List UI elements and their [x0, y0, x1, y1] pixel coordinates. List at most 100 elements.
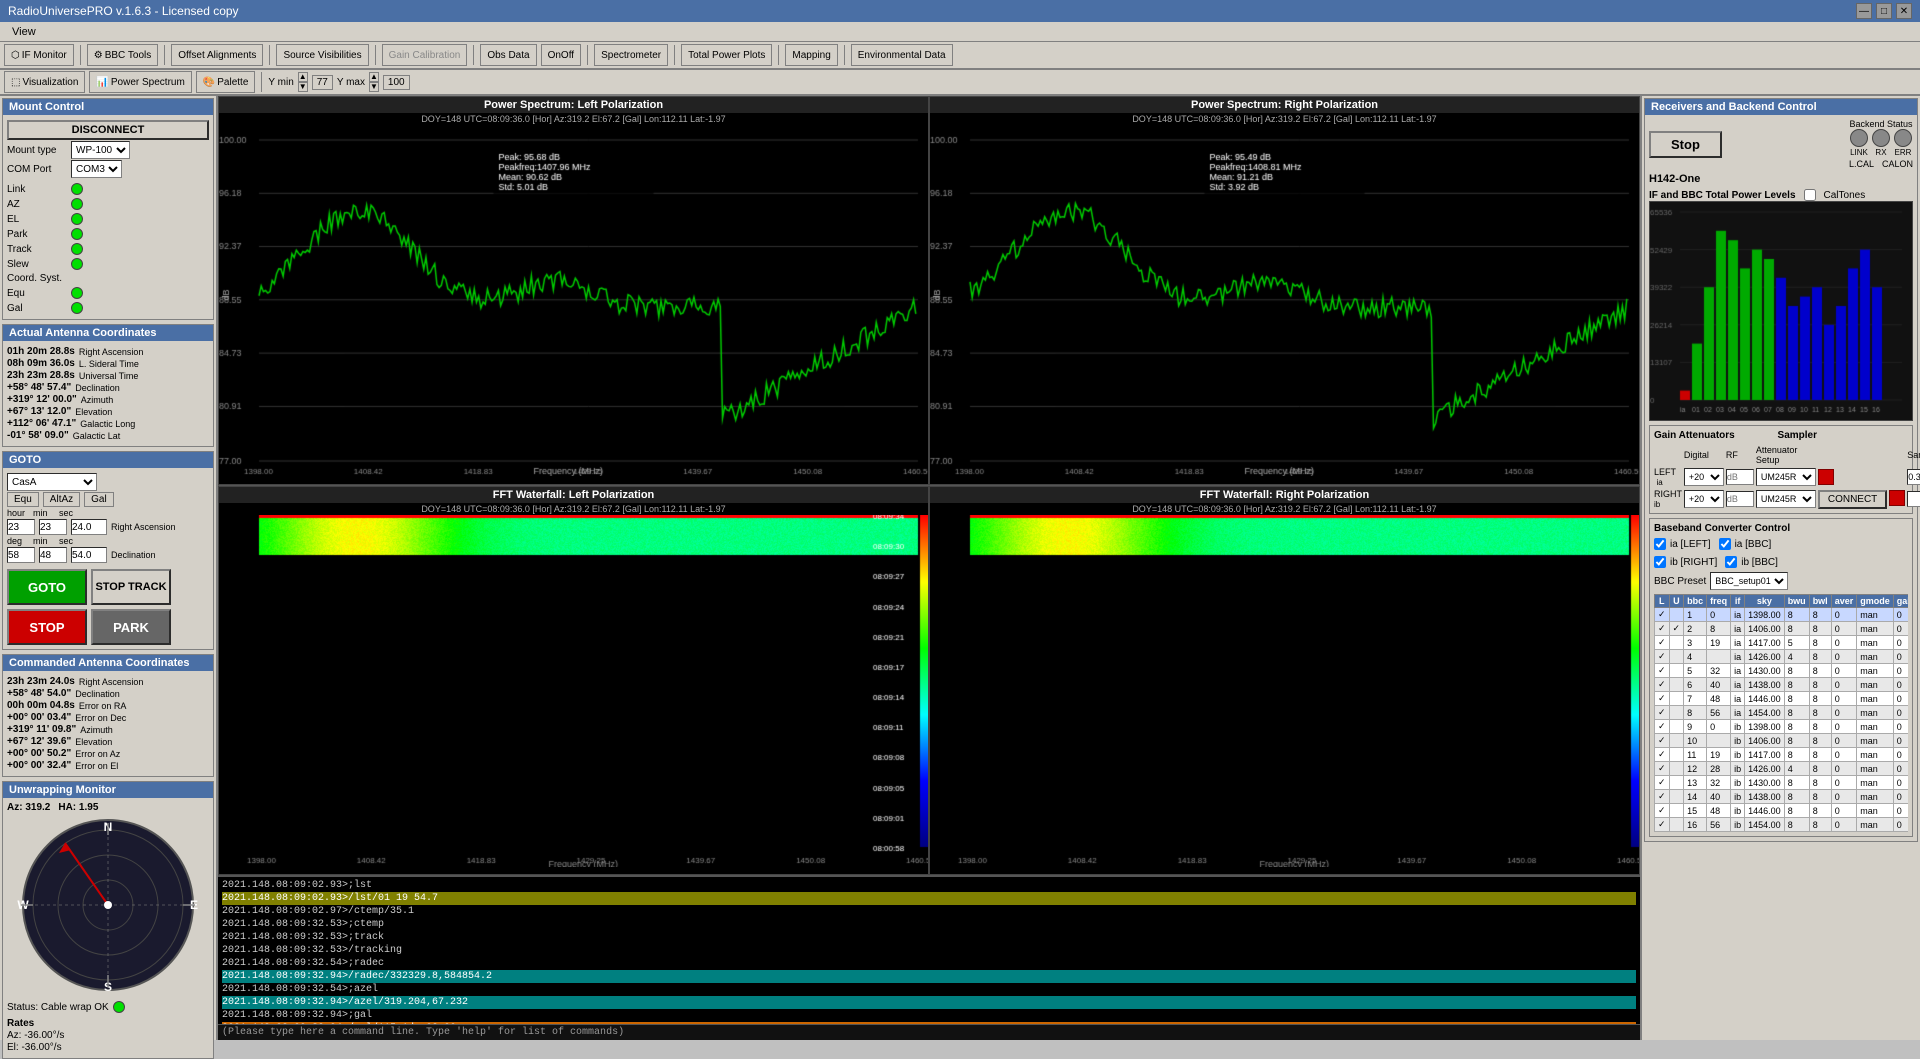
rf-header: RF: [1726, 450, 1754, 460]
stop-btn[interactable]: STOP: [7, 609, 87, 645]
cable-status: Status: Cable wrap OK: [7, 1002, 109, 1013]
palette-btn[interactable]: 🎨 Palette: [196, 71, 256, 93]
cell-bbc: 10: [1684, 734, 1707, 748]
right-waterfall-meta: DOY=148 UTC=08:09:36.0 [Hor] Az:319.2 El…: [930, 503, 1639, 515]
cell-bwu: 8: [1784, 804, 1809, 818]
ra-sec-input[interactable]: [71, 519, 107, 535]
cell-bbc: 3: [1684, 636, 1707, 650]
bbc-preset-select[interactable]: BBC_setup01: [1710, 572, 1788, 590]
cal-tones-checkbox[interactable]: [1804, 189, 1816, 201]
maximize-btn[interactable]: □: [1876, 3, 1892, 19]
digital-right-select[interactable]: +20: [1684, 490, 1724, 508]
cmd-errdec-value: +00° 00' 03.4": [7, 712, 71, 723]
obs-data-btn[interactable]: Obs Data: [480, 44, 536, 66]
gain-calibration-btn[interactable]: Gain Calibration: [382, 44, 468, 66]
cell-u: [1669, 678, 1684, 692]
cell-bwu: 8: [1784, 622, 1809, 636]
right-power-spectrum: Power Spectrum: Right Polarization DOY=1…: [929, 96, 1640, 485]
cell-u: [1669, 776, 1684, 790]
attenuator-left-select[interactable]: UM245R: [1756, 468, 1816, 486]
sampler-right-input[interactable]: [1907, 491, 1920, 507]
col-l: L: [1655, 595, 1670, 608]
tab-altaz[interactable]: AltAz: [43, 492, 80, 507]
cell-freq: 0: [1707, 608, 1731, 622]
main-toolbar: ⬡ IF Monitor ⚙ BBC Tools Offset Alignmen…: [0, 42, 1920, 70]
park-label: Park: [7, 229, 67, 240]
right-power-title: Power Spectrum: Right Polarization: [930, 97, 1639, 113]
cell-bbc: 8: [1684, 706, 1707, 720]
disconnect-btn[interactable]: DISCONNECT: [7, 120, 209, 140]
command-area: 2021.148.08:09:02.93>;lst2021.148.08:09:…: [218, 875, 1640, 1040]
stop-backend-btn[interactable]: Stop: [1649, 131, 1722, 158]
menu-view[interactable]: View: [4, 24, 44, 40]
ib-bbc-checkbox[interactable]: [1725, 556, 1737, 568]
right-panel: Receivers and Backend Control Stop Backe…: [1640, 96, 1920, 1040]
cmd-line: 2021.148.08:09:02.93>;lst: [222, 879, 1636, 892]
bbc-tools-btn[interactable]: ⚙ BBC Tools: [87, 44, 158, 66]
err-status-label: ERR: [1895, 148, 1912, 157]
visualization-btn[interactable]: ⬚ Visualization: [4, 71, 85, 93]
mapping-btn[interactable]: Mapping: [785, 44, 837, 66]
connect-btn[interactable]: CONNECT: [1818, 490, 1887, 509]
cell-u: [1669, 692, 1684, 706]
attenuator-right-select[interactable]: UM245R: [1756, 490, 1816, 508]
com-port-select[interactable]: COM3: [71, 160, 122, 178]
ymin-up[interactable]: ▲: [298, 72, 308, 82]
sampler-left-input[interactable]: [1907, 469, 1920, 485]
minimize-btn[interactable]: —: [1856, 3, 1872, 19]
cmd-prompt: (Please type here a command line. Type '…: [218, 1024, 1640, 1040]
window-controls[interactable]: — □ ✕: [1856, 3, 1912, 19]
ymin-down[interactable]: ▼: [298, 82, 308, 92]
rf-left-input[interactable]: [1726, 469, 1754, 485]
cell-bwl: 8: [1809, 706, 1831, 720]
ra-hour-input[interactable]: [7, 519, 35, 535]
stop-track-btn[interactable]: STOP TRACK: [91, 569, 171, 605]
digital-left-select[interactable]: +20: [1684, 468, 1724, 486]
ia-bbc-checkbox[interactable]: [1719, 538, 1731, 550]
dec-sec-input[interactable]: [71, 547, 107, 563]
unwrapping-content: Az: 319.2 HA: 1.95 N S W E: [3, 798, 213, 1058]
ra-min-input[interactable]: [39, 519, 67, 535]
close-btn[interactable]: ✕: [1896, 3, 1912, 19]
tab-gal[interactable]: Gal: [84, 492, 114, 507]
table-row: ✓1656ib1454.00880man00: [1655, 818, 1909, 832]
ia-left-checkbox[interactable]: [1654, 538, 1666, 550]
az-rate: Az: -36.00°/s: [7, 1030, 64, 1041]
tab-equ[interactable]: Equ: [7, 492, 39, 507]
cell-bbc: 16: [1684, 818, 1707, 832]
total-power-btn[interactable]: Total Power Plots: [681, 44, 772, 66]
ia-bbc-check-row: ia [BBC]: [1719, 538, 1772, 550]
ymax-up[interactable]: ▲: [369, 72, 379, 82]
cell-if: ia: [1731, 650, 1745, 664]
backend-indicators: LINK RX ERR: [1849, 129, 1913, 157]
goto-btn[interactable]: GOTO: [7, 569, 87, 605]
cell-gainu: 0: [1893, 762, 1908, 776]
cell-aver: 0: [1831, 776, 1857, 790]
ib-right-check-row: ib [RIGHT]: [1654, 556, 1717, 568]
dec-deg-input[interactable]: [7, 547, 35, 563]
spectrometer-btn[interactable]: Spectrometer: [594, 44, 668, 66]
if-monitor-btn[interactable]: ⬡ IF Monitor: [4, 44, 74, 66]
left-waterfall-meta: DOY=148 UTC=08:09:36.0 [Hor] Az:319.2 El…: [219, 503, 928, 515]
onoff-btn[interactable]: OnOff: [541, 44, 582, 66]
source-select[interactable]: CasA: [7, 473, 97, 491]
mount-type-select[interactable]: WP-100: [71, 141, 130, 159]
az-value: +319° 12' 00.0": [7, 394, 77, 405]
ib-right-checkbox[interactable]: [1654, 556, 1666, 568]
cell-aver: 0: [1831, 818, 1857, 832]
park-btn[interactable]: PARK: [91, 609, 171, 645]
dec-min-input[interactable]: [39, 547, 67, 563]
offset-alignments-btn[interactable]: Offset Alignments: [171, 44, 263, 66]
col-bwu: bwu: [1784, 595, 1809, 608]
source-visibilities-btn[interactable]: Source Visibilities: [276, 44, 368, 66]
ymax-down[interactable]: ▼: [369, 82, 379, 92]
commanded-coords-content: 23h 23m 24.0s Right Ascension +58° 48' 5…: [3, 671, 213, 776]
power-spectrum-btn[interactable]: 📊 Power Spectrum: [89, 71, 191, 93]
rf-right-input[interactable]: [1726, 491, 1754, 507]
cell-sky: 1438.00: [1745, 790, 1785, 804]
az-rate-row: Az: -36.00°/s: [7, 1030, 209, 1041]
environmental-btn[interactable]: Environmental Data: [851, 44, 953, 66]
gain-grid: Digital RF Attenuator Setup Sampler LEFT…: [1654, 445, 1908, 509]
universal-row: 23h 23m 28.8s Universal Time: [7, 370, 209, 381]
unwrapping-ha: HA: 1.95: [58, 802, 98, 813]
